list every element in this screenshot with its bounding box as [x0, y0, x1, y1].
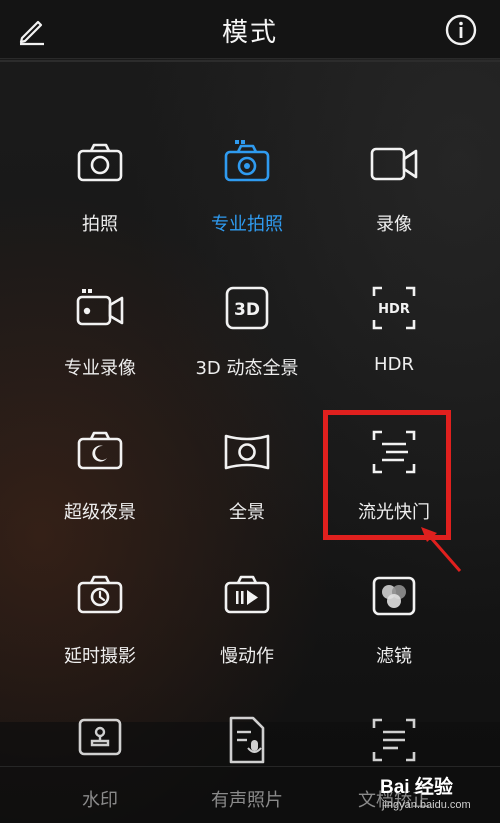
mode-label: 3D 动态全景	[195, 358, 299, 379]
slow-motion-icon	[224, 575, 270, 614]
3d-icon: 3D	[225, 286, 269, 330]
mode-video[interactable]: 录像	[319, 138, 469, 236]
mode-label: 专业拍照	[211, 214, 283, 235]
mode-watermark[interactable]: 水印	[25, 714, 175, 812]
mode-label: 有声照片	[211, 790, 283, 811]
panorama-icon	[224, 434, 270, 470]
mode-pro-video[interactable]: 专业录像	[25, 282, 175, 380]
mode-timelapse[interactable]: 延时摄影	[25, 570, 175, 668]
mode-audio-photo[interactable]: 有声照片	[172, 714, 322, 812]
mode-label: 拍照	[82, 214, 118, 235]
mode-3d-panorama[interactable]: 3D 3D 动态全景	[172, 282, 322, 380]
mode-label: 专业录像	[64, 358, 136, 379]
mode-label: 录像	[376, 214, 412, 235]
camera-icon	[77, 143, 123, 182]
mode-pro-photo[interactable]: 专业拍照	[172, 138, 322, 236]
night-moon-icon	[77, 431, 123, 470]
mode-slow-motion[interactable]: 慢动作	[172, 570, 322, 668]
mode-label: 超级夜景	[64, 502, 136, 523]
mode-hdr[interactable]: HDR HDR	[319, 282, 469, 375]
mode-label: 滤镜	[376, 646, 412, 667]
pro-camera-icon	[224, 140, 270, 182]
pro-video-icon	[76, 289, 124, 326]
annotation-arrow-icon	[421, 527, 462, 572]
mode-photo[interactable]: 拍照	[25, 138, 175, 236]
hdr-icon: HDR	[372, 286, 416, 330]
baidu-watermark: Bai 经验 jingyan.baidu.com	[380, 772, 495, 817]
svg-text:3D: 3D	[234, 300, 260, 320]
mode-label: 水印	[82, 790, 118, 811]
watermark-icon	[78, 718, 122, 756]
watermark-url: jingyan.baidu.com	[382, 799, 471, 811]
timelapse-icon	[77, 575, 123, 614]
mode-super-night[interactable]: 超级夜景	[25, 426, 175, 524]
mode-label: 延时摄影	[64, 646, 136, 667]
mode-panorama[interactable]: 全景	[172, 426, 322, 524]
mode-label: HDR	[374, 354, 414, 375]
mode-label: 全景	[229, 502, 265, 523]
audio-photo-icon	[229, 716, 265, 764]
svg-text:HDR: HDR	[378, 302, 410, 317]
mode-label: 慢动作	[220, 646, 274, 667]
document-scan-icon	[372, 718, 416, 762]
video-camera-icon	[370, 147, 418, 181]
watermark-brand: Bai 经验	[380, 777, 453, 798]
